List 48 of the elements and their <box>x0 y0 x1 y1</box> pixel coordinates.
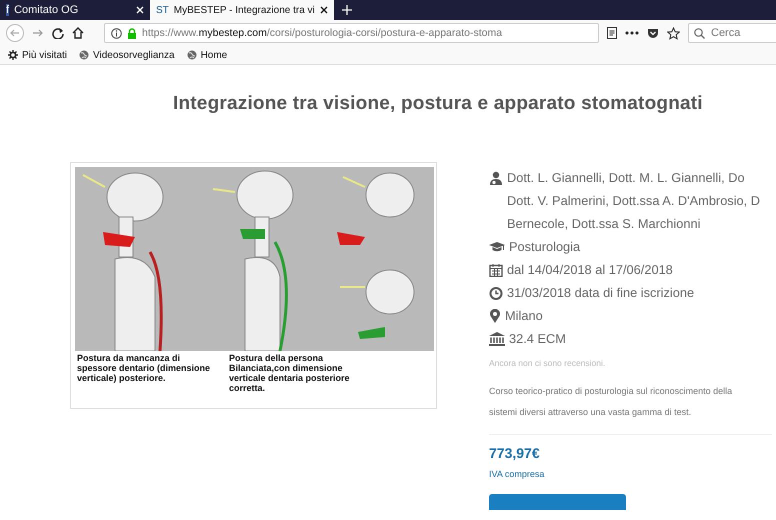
clock-icon <box>489 286 503 300</box>
bookmark-star-icon[interactable] <box>667 26 680 40</box>
reviews-note: Ancora non ci sono recensioni. <box>489 358 606 368</box>
more-icon[interactable] <box>625 31 639 35</box>
new-tab-icon <box>342 5 352 15</box>
close-icon <box>136 6 144 14</box>
description-line: sistemi diversi attraverso una vasta gamma di test. <box>489 406 692 419</box>
vat-note: IVA compresa <box>489 469 546 479</box>
course-title: Integrazione tra visione, postura e apparato stomatognati <box>172 92 704 116</box>
course-detail: 31/03/2018 data di fine iscrizione <box>507 284 694 302</box>
price: 773,97€ <box>489 445 541 461</box>
reader-view-icon[interactable] <box>607 27 617 39</box>
map-pin-icon <box>489 309 501 323</box>
info-icon <box>111 28 122 38</box>
course-detail: Posturologia <box>509 238 580 256</box>
teacher-names: Dott. V. Palmerini, Dott.ssa A. D'Ambrosio, D <box>507 192 760 210</box>
graduation-cap-icon <box>489 240 505 254</box>
globe-icon <box>186 50 197 60</box>
browser-tab[interactable]: f Comitato OG <box>0 0 150 20</box>
course-detail: 32.4 ECM <box>509 330 566 348</box>
close-icon <box>320 6 328 14</box>
search-icon <box>694 28 705 39</box>
teacher-names: Dott. L. Giannelli, Dott. M. L. Giannelli, Do <box>507 169 746 187</box>
teacher-names: Bernecole, Dott.ssa S. Marchionni <box>507 215 702 233</box>
forward-icon[interactable] <box>32 27 44 39</box>
home-icon[interactable] <box>72 27 84 39</box>
gear-icon <box>8 50 18 60</box>
teacher-icon <box>489 171 503 185</box>
favicon: f <box>6 4 10 16</box>
globe-icon <box>79 50 90 60</box>
bookmark-item[interactable]: Home <box>186 50 228 60</box>
institution-icon <box>489 332 505 346</box>
figure-caption: Postura da mancanza di spessore dentario (dimensione verticale) posteriore. <box>77 353 212 385</box>
padlock-icon <box>127 28 137 38</box>
figure-caption: Postura della persona Bilanciata,con dimensione verticale dentaria posteriore corretta. <box>229 353 351 393</box>
description-line: Corso teorico-pratico di posturologia sul riconoscimento della <box>489 385 734 398</box>
favicon: ST <box>156 4 169 16</box>
pocket-icon[interactable] <box>647 27 659 39</box>
browser-tab[interactable]: ST MyBESTEP - Integrazione tra vi <box>150 0 334 20</box>
course-detail: Milano <box>505 307 543 325</box>
course-detail: dal 14/04/2018 al 17/06/2018 <box>507 261 673 279</box>
url-text: https://www.mybestep.com/corsi/posturologia-corsi/postura-e-apparato-stoma <box>142 27 502 39</box>
search-field[interactable]: Cerca <box>688 23 776 43</box>
reload-icon[interactable] <box>52 27 64 39</box>
address-bar[interactable]: https://www.mybestep.com/corsi/posturologia-corsi/postura-e-apparato-stoma <box>104 23 599 43</box>
bookmark-item[interactable]: Videosorveglianza <box>79 50 175 60</box>
bookmark-item[interactable]: Più visitati <box>8 50 68 60</box>
calendar-icon <box>489 263 503 277</box>
